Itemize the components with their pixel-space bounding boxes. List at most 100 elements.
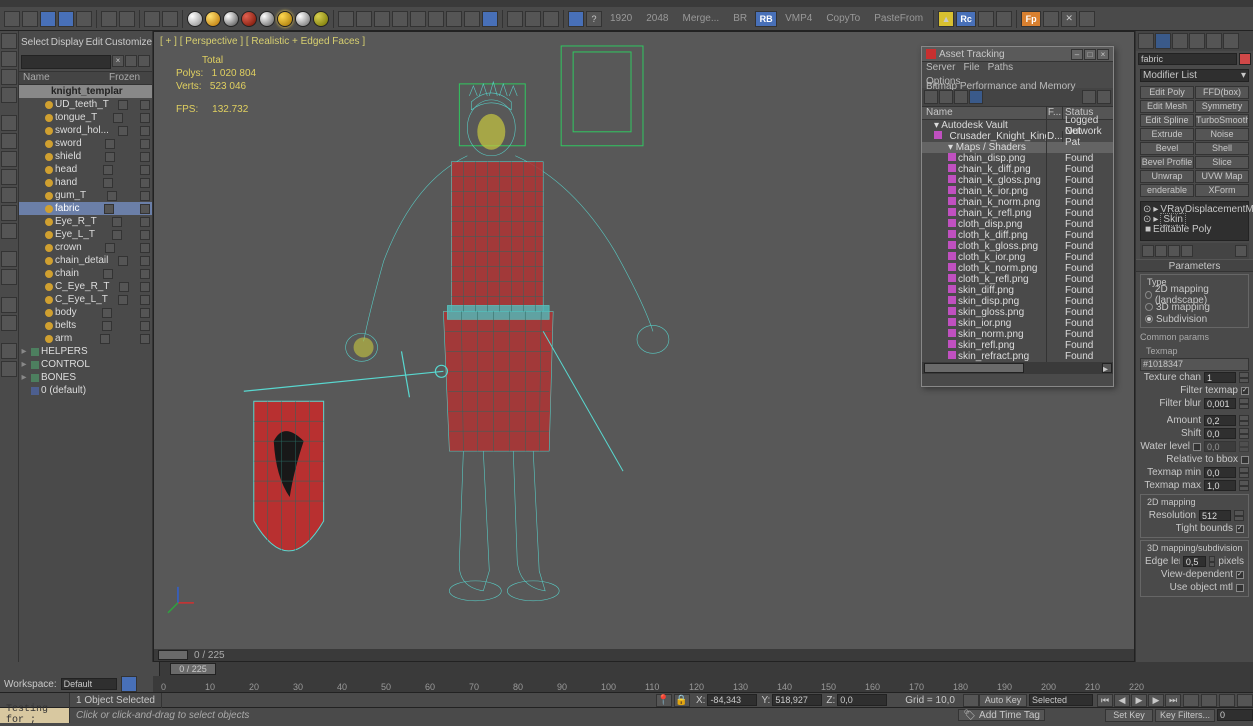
tool-list[interactable] [76,11,92,27]
tool-script-icon[interactable] [978,11,994,27]
menu-edit[interactable]: Edit [86,37,103,48]
modifier-button[interactable]: FFD(box) [1195,86,1249,99]
type-2d-landscape[interactable]: 2D mapping (landscape) [1141,289,1248,301]
asset-menu-server[interactable]: Server [926,62,955,73]
asset-row[interactable]: cloth_k_norm.pngFound [922,263,1113,274]
tool-arrow[interactable] [4,11,20,27]
filter-space-icon[interactable] [1,205,17,221]
asset-row[interactable]: cloth_k_diff.pngFound [922,230,1113,241]
asset-row[interactable]: skin_refract.pngFound [922,351,1113,362]
sphere-chrome-icon[interactable] [223,11,239,27]
modifier-button[interactable]: Symmetry [1195,100,1249,113]
modifier-stack[interactable]: ⊙▸VRayDisplacementMod ⊙▸Skin ■Editable P… [1140,201,1249,241]
tree-helpers[interactable]: ▸HELPERS [19,345,152,358]
filter-light-icon[interactable] [1,151,17,167]
search-input[interactable] [21,55,111,69]
tool-schematic[interactable] [58,11,74,27]
filter-blur-spinner[interactable]: 0,001 [1204,398,1236,409]
hierarchy-tab-icon[interactable] [1172,33,1188,49]
tool-tree-icon[interactable] [464,11,480,27]
water-level-checkbox[interactable] [1193,443,1201,451]
sphere-sun-icon[interactable] [277,11,293,27]
modifier-button[interactable]: Extrude [1140,128,1194,141]
time-slider[interactable]: 0 / 225 [160,662,1241,676]
asset-tb-tree-icon[interactable] [924,90,938,104]
tool-cube-icon[interactable] [446,11,462,27]
asset-row[interactable]: cloth_k_ior.pngFound [922,252,1113,263]
view-dependent-checkbox[interactable] [1236,571,1244,579]
tree-item[interactable]: C_Eye_R_T [19,280,152,293]
tool-timeline-icon[interactable] [525,11,541,27]
tree-item[interactable]: C_Eye_L_T [19,293,152,306]
sphere-gold-icon[interactable] [205,11,221,27]
modifier-button[interactable]: Slice [1195,156,1249,169]
vmp4-btn[interactable]: VMP4 [779,13,818,24]
warning-icon[interactable]: ▲ [938,11,954,27]
asset-tb-detail-icon[interactable] [969,90,983,104]
texmap-min-spinner[interactable]: 0,0 [1204,467,1236,478]
tree-item[interactable]: chain_detail [19,254,152,267]
tool-listener-icon[interactable] [996,11,1012,27]
asset-menu-options[interactable]: Options [926,76,960,87]
copyto-btn[interactable]: CopyTo [820,13,866,24]
sphere-matte-icon[interactable] [295,11,311,27]
tool-toggle[interactable] [119,11,135,27]
tree-item[interactable]: fabric [19,202,152,215]
minimize-icon[interactable]: – [1071,49,1083,60]
select-invert-icon[interactable] [1,69,17,85]
tree-item[interactable]: sword_hol... [19,124,152,137]
motion-tab-icon[interactable] [1189,33,1205,49]
key-target-dropdown[interactable]: Selected [1029,694,1093,706]
sphere-red-icon[interactable] [241,11,257,27]
filter-bone-icon[interactable] [1,223,17,239]
modifier-button[interactable]: Bevel Profile [1140,156,1194,169]
modifier-button[interactable]: TurboSmooth [1195,114,1249,127]
tool-grid-icon[interactable] [1079,11,1095,27]
sphere-glass-icon[interactable] [259,11,275,27]
setkey-button[interactable]: Set Key [1105,709,1153,722]
view-options-icon[interactable] [138,55,150,67]
tree-item[interactable]: gum_T [19,189,152,202]
tool-render1[interactable] [338,11,354,27]
modifier-button[interactable]: Noise [1195,128,1249,141]
tree-item[interactable]: chain [19,267,152,280]
hierarchy-tree[interactable]: ▾knight_templar UD_teeth_Ttongue_Tsword_… [19,85,152,662]
tool-ae-icon[interactable] [392,11,408,27]
object-color-swatch[interactable] [1239,53,1251,65]
asset-row[interactable]: skin_refl.pngFound [922,340,1113,351]
tree-item[interactable]: head [19,163,152,176]
scroll-thumb[interactable] [158,650,188,660]
tool-render2[interactable] [356,11,372,27]
select-children-icon[interactable] [1,87,17,103]
tool-teapot-icon[interactable] [374,11,390,27]
sphere-brass-icon[interactable] [313,11,329,27]
asset-row[interactable]: chain_k_diff.pngFound [922,164,1113,175]
res-1920[interactable]: 1920 [604,13,638,24]
asset-row[interactable]: Crusader_Knight_King_R...D...Network Pat [922,131,1113,142]
z-coord-input[interactable]: 0,0 [837,694,887,706]
tree-item[interactable]: Eye_L_T [19,228,152,241]
display-freeze-icon[interactable] [1,269,17,285]
res-2048[interactable]: 2048 [640,13,674,24]
tree-item[interactable]: belts [19,319,152,332]
expand-icon[interactable] [1,297,17,313]
pastefrom-btn[interactable]: PasteFrom [868,13,929,24]
asset-list[interactable]: ▾ Autodesk VaultLogged Out Crusader_Knig… [922,120,1113,362]
modifier-button[interactable]: Bevel [1140,142,1194,155]
fp-btn[interactable]: Fp [1021,11,1041,27]
rc-btn[interactable]: Rc [956,11,976,27]
tool-paint[interactable] [144,11,160,27]
tool-brush[interactable] [162,11,178,27]
workspace-save-icon[interactable] [121,676,137,692]
tree-bones[interactable]: ▸BONES [19,371,152,384]
asset-row[interactable]: chain_k_refl.pngFound [922,208,1113,219]
type-subdivision[interactable]: Subdivision [1141,313,1248,325]
resolution-spinner[interactable]: 512 [1199,510,1231,521]
tree-item[interactable]: sword [19,137,152,150]
sphere-grey-icon[interactable] [187,11,203,27]
modifier-button[interactable]: Edit Spline [1140,114,1194,127]
tool-cross-icon[interactable]: ✕ [1061,11,1077,27]
menu-customize[interactable]: Customize [105,37,152,48]
asset-tb-list-icon[interactable] [939,90,953,104]
tool-link[interactable] [22,11,38,27]
